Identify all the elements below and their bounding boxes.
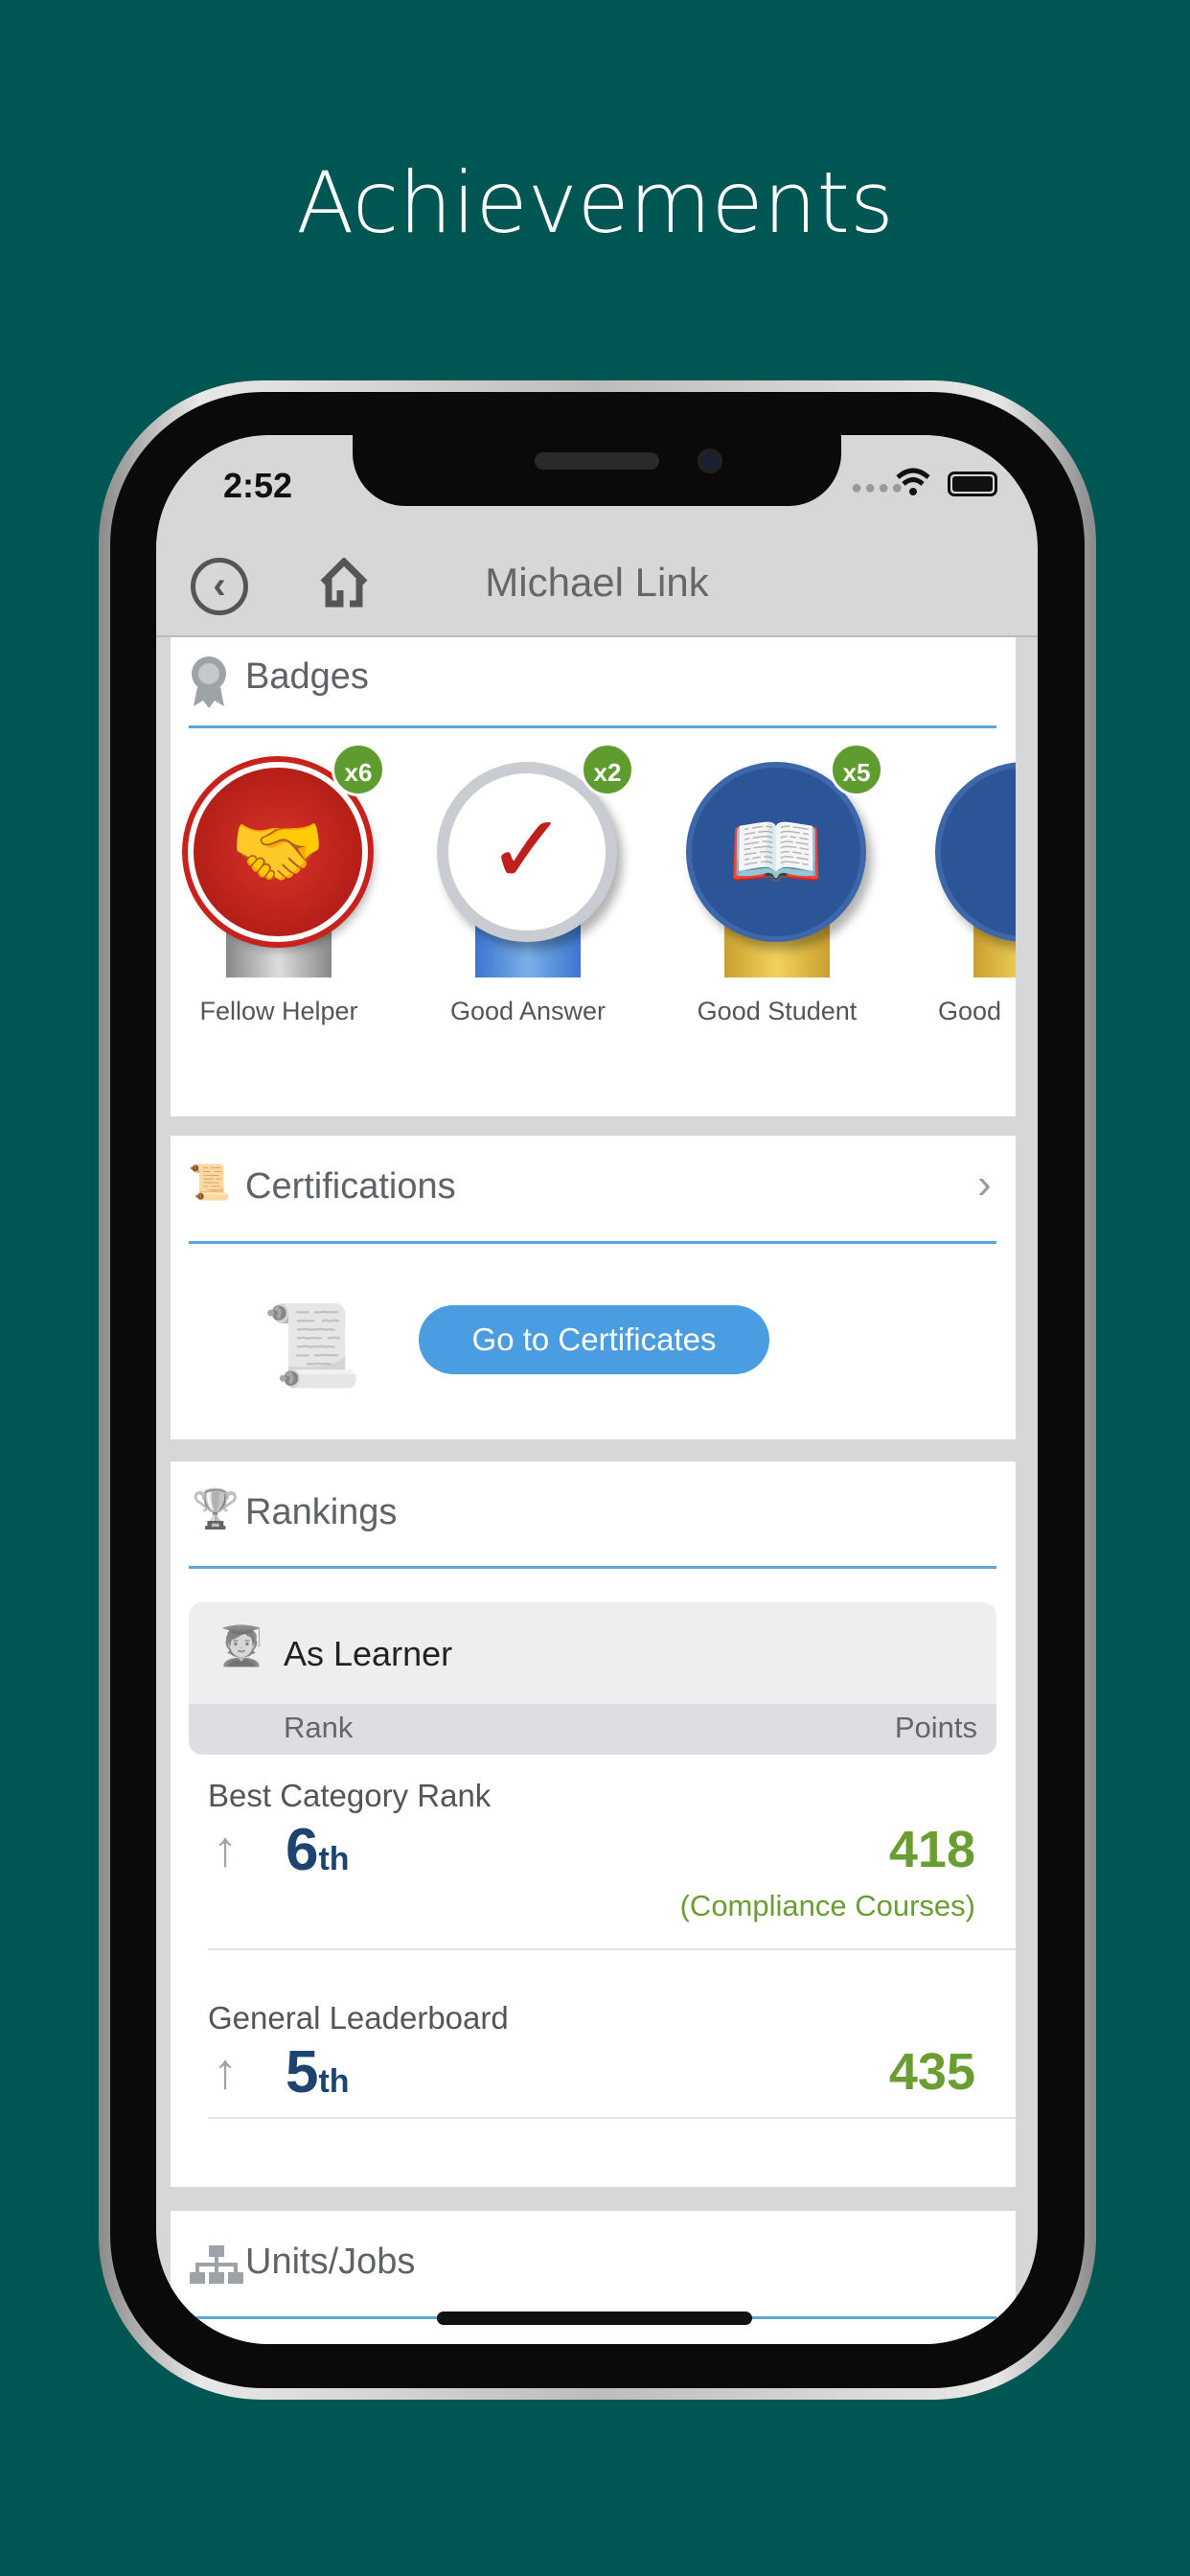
- battery-icon: [948, 472, 997, 496]
- arrow-up-icon: ↑: [213, 1822, 238, 1877]
- go-to-certificates-button[interactable]: Go to Certificates: [419, 1305, 769, 1374]
- units-jobs-header: Units/Jobs: [245, 2242, 416, 2282]
- certifications-header: Certifications: [245, 1166, 456, 1207]
- home-indicator: [437, 2312, 752, 2325]
- phone-screen: 2:52 ●●●● ‹ Michael Link Badges 🤝 x6 Fel…: [156, 435, 1038, 2344]
- badges-header: Badges: [245, 656, 369, 697]
- graduate-icon: 🧑‍🎓: [217, 1625, 265, 1668]
- badge-icon: [192, 656, 226, 708]
- as-learner-panel: 🧑‍🎓 As Learner Rank Points: [189, 1602, 996, 1755]
- page-title: Achievements: [296, 153, 894, 252]
- status-time: 2:52: [223, 466, 293, 505]
- badges-carousel[interactable]: 🤝 x6 Fellow Helper ✓ x2 Good Answer 📖 x5…: [171, 743, 1016, 1107]
- certificate-scroll-icon: 📜: [262, 1300, 362, 1391]
- trophy-icon: 🏆: [192, 1488, 240, 1530]
- chevron-right-icon[interactable]: ›: [977, 1161, 992, 1208]
- certificate-icon: 📜: [188, 1162, 231, 1202]
- wifi-icon: [896, 468, 930, 495]
- certifications-card: 📜 Certifications › 📜 Go to Certificates: [171, 1136, 1016, 1439]
- arrow-up-icon: ↑: [213, 2044, 238, 2100]
- rankings-header: Rankings: [245, 1492, 398, 1532]
- org-chart-icon: [190, 2245, 243, 2284]
- rankings-card: 🏆 Rankings 🧑‍🎓 As Learner Rank Points Be…: [171, 1461, 1016, 2187]
- nav-title: Michael Link: [485, 560, 709, 605]
- badges-card: Badges 🤝 x6 Fellow Helper ✓ x2 Good Answ…: [171, 637, 1016, 1116]
